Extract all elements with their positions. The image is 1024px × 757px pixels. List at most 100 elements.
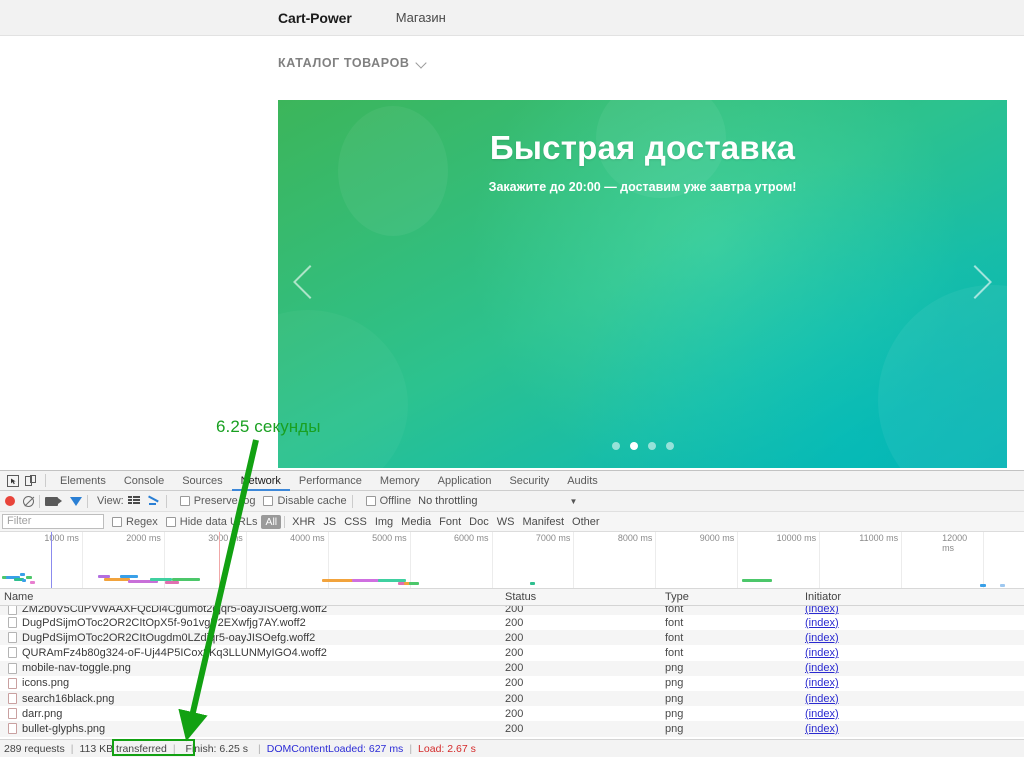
overview-request-bar — [165, 581, 179, 584]
filter-chip-xhr[interactable]: XHR — [288, 516, 319, 528]
filter-chip-media[interactable]: Media — [397, 516, 435, 528]
filter-chip-font[interactable]: Font — [435, 516, 465, 528]
overview-request-bar — [172, 578, 200, 581]
initiator-link[interactable]: (index) — [805, 647, 839, 659]
initiator-link[interactable]: (index) — [805, 606, 839, 615]
file-icon — [8, 617, 17, 629]
annotation-label: 6.25 секунды — [216, 417, 321, 436]
tab-performance[interactable]: Performance — [290, 471, 371, 491]
tab-sources[interactable]: Sources — [173, 471, 231, 491]
filter-input[interactable]: Filter — [2, 514, 104, 529]
overview-request-bar — [742, 579, 772, 582]
carousel-dots — [278, 442, 1007, 450]
catalog-dropdown[interactable]: КАТАЛОГ ТОВАРОВ — [278, 56, 426, 70]
device-toolbar-icon[interactable] — [22, 473, 40, 489]
carousel-dot-active[interactable] — [629, 442, 638, 450]
regex-checkbox[interactable]: Regex — [112, 516, 158, 528]
record-icon[interactable] — [5, 496, 15, 506]
carousel-dot[interactable] — [647, 442, 656, 450]
table-row[interactable]: DugPdSijmOToc2OR2CItOugdm0LZdjqr5-oayJIS… — [0, 630, 1024, 646]
cell-name: icons.png — [0, 677, 505, 689]
column-header-type[interactable]: Type — [665, 591, 805, 603]
overview-request-bar — [22, 579, 26, 582]
tab-network[interactable]: Network — [232, 471, 290, 491]
list-view-icon[interactable] — [127, 496, 140, 506]
table-row[interactable]: darr.png 200 png (index) — [0, 706, 1024, 721]
table-row[interactable]: bullet-glyphs.png 200 png (index) — [0, 721, 1024, 737]
chevron-down-icon[interactable]: ▼ — [569, 497, 577, 506]
overview-request-bar — [20, 573, 25, 576]
cell-initiator: (index) — [805, 693, 839, 705]
table-row[interactable]: icons.png 200 png (index) — [0, 676, 1024, 691]
carousel-next-icon[interactable] — [957, 258, 993, 310]
checkbox-icon — [179, 496, 190, 506]
tab-audits[interactable]: Audits — [558, 471, 607, 491]
decorative-blob — [878, 285, 1007, 468]
site-brand[interactable]: Cart-Power — [278, 10, 352, 26]
table-row[interactable]: QURAmFz4b80g324-oF-Uj44P5ICox8Kq3LLUNMyI… — [0, 645, 1024, 660]
cell-status: 200 — [505, 677, 524, 690]
devtools-tabbar: Elements Console Sources Network Perform… — [0, 471, 1024, 491]
initiator-link[interactable]: (index) — [805, 632, 839, 644]
overview-tick-label: 6000 ms — [453, 533, 489, 543]
cell-status: 200 — [505, 631, 524, 644]
tab-memory[interactable]: Memory — [371, 471, 429, 491]
hide-data-urls-checkbox[interactable]: Hide data URLs — [165, 516, 257, 528]
cell-type: font — [665, 646, 684, 659]
chevron-down-icon — [417, 59, 426, 68]
carousel-dot[interactable] — [665, 442, 674, 450]
network-overview-chart[interactable]: 1000 ms 2000 ms 3000 ms 4000 ms 5000 ms 6000 … — [0, 532, 1024, 589]
cell-status: 200 — [505, 616, 524, 629]
filter-chip-js[interactable]: JS — [319, 516, 340, 528]
filter-chip-ws[interactable]: WS — [493, 516, 519, 528]
waterfall-view-icon[interactable] — [148, 496, 161, 506]
funnel-icon[interactable] — [70, 496, 82, 506]
tab-application[interactable]: Application — [429, 471, 501, 491]
cell-type: png — [665, 662, 684, 675]
overview-tick-label: 7000 ms — [535, 533, 571, 543]
filter-chip-css[interactable]: CSS — [340, 516, 371, 528]
filter-chip-doc[interactable]: Doc — [465, 516, 493, 528]
carousel-prev-icon[interactable] — [292, 258, 328, 310]
offline-checkbox[interactable]: Offline — [365, 495, 411, 507]
network-toolbar: View: Preserve log Disable cache Offline… — [0, 491, 1024, 512]
clear-icon[interactable] — [23, 495, 34, 507]
nav-item-shop[interactable]: Магазин — [396, 10, 446, 25]
table-row[interactable]: mobile-nav-toggle.png 200 png (index) — [0, 660, 1024, 676]
cell-name: DugPdSijmOToc2OR2CItOpX5f-9o1vgP2EXwfjg7… — [0, 617, 505, 629]
column-header-status[interactable]: Status — [505, 591, 665, 603]
initiator-link[interactable]: (index) — [805, 723, 839, 735]
overview-tick-label: 1000 ms — [44, 533, 79, 543]
tab-elements[interactable]: Elements — [51, 471, 115, 491]
cell-name: DugPdSijmOToc2OR2CItOugdm0LZdjqr5-oayJIS… — [0, 632, 505, 644]
preserve-log-checkbox[interactable]: Preserve log — [179, 495, 256, 507]
throttling-select[interactable]: No throttling — [418, 495, 477, 507]
overview-gridline — [245, 532, 247, 588]
initiator-link[interactable]: (index) — [805, 662, 839, 674]
preserve-log-label: Preserve log — [193, 495, 256, 507]
column-header-initiator[interactable]: Initiator — [805, 591, 965, 603]
disable-cache-checkbox[interactable]: Disable cache — [263, 495, 347, 507]
table-row[interactable]: ZM2b0V5CuPVWAAXFQcDi4Cgumot2djqr5-oayJIS… — [0, 606, 1024, 615]
cell-type: png — [665, 692, 684, 705]
initiator-link[interactable]: (index) — [805, 677, 839, 689]
table-row[interactable]: DugPdSijmOToc2OR2CItOpX5f-9o1vgP2EXwfjg7… — [0, 615, 1024, 630]
filter-chip-other[interactable]: Other — [568, 516, 604, 528]
table-row[interactable]: search16black.png 200 png (index) — [0, 690, 1024, 707]
carousel-dot[interactable] — [611, 442, 620, 450]
initiator-link[interactable]: (index) — [805, 693, 839, 705]
network-table-body[interactable]: ZM2b0V5CuPVWAAXFQcDi4Cgumot2djqr5-oayJIS… — [0, 606, 1024, 738]
status-domcontentloaded: DOMContentLoaded: 627 ms — [266, 742, 404, 755]
status-finish: Finish: 6.25 s — [185, 742, 248, 755]
initiator-link[interactable]: (index) — [805, 617, 839, 629]
column-header-name[interactable]: Name — [0, 591, 505, 603]
camera-icon[interactable] — [45, 496, 62, 506]
initiator-link[interactable]: (index) — [805, 708, 839, 720]
filter-chip-img[interactable]: Img — [371, 516, 397, 528]
tab-security[interactable]: Security — [500, 471, 558, 491]
tab-console[interactable]: Console — [115, 471, 173, 491]
filter-chip-manifest[interactable]: Manifest — [518, 516, 568, 528]
inspect-element-icon[interactable] — [4, 473, 22, 489]
overview-gridline — [409, 532, 411, 588]
filter-chip-all[interactable]: All — [261, 514, 282, 529]
